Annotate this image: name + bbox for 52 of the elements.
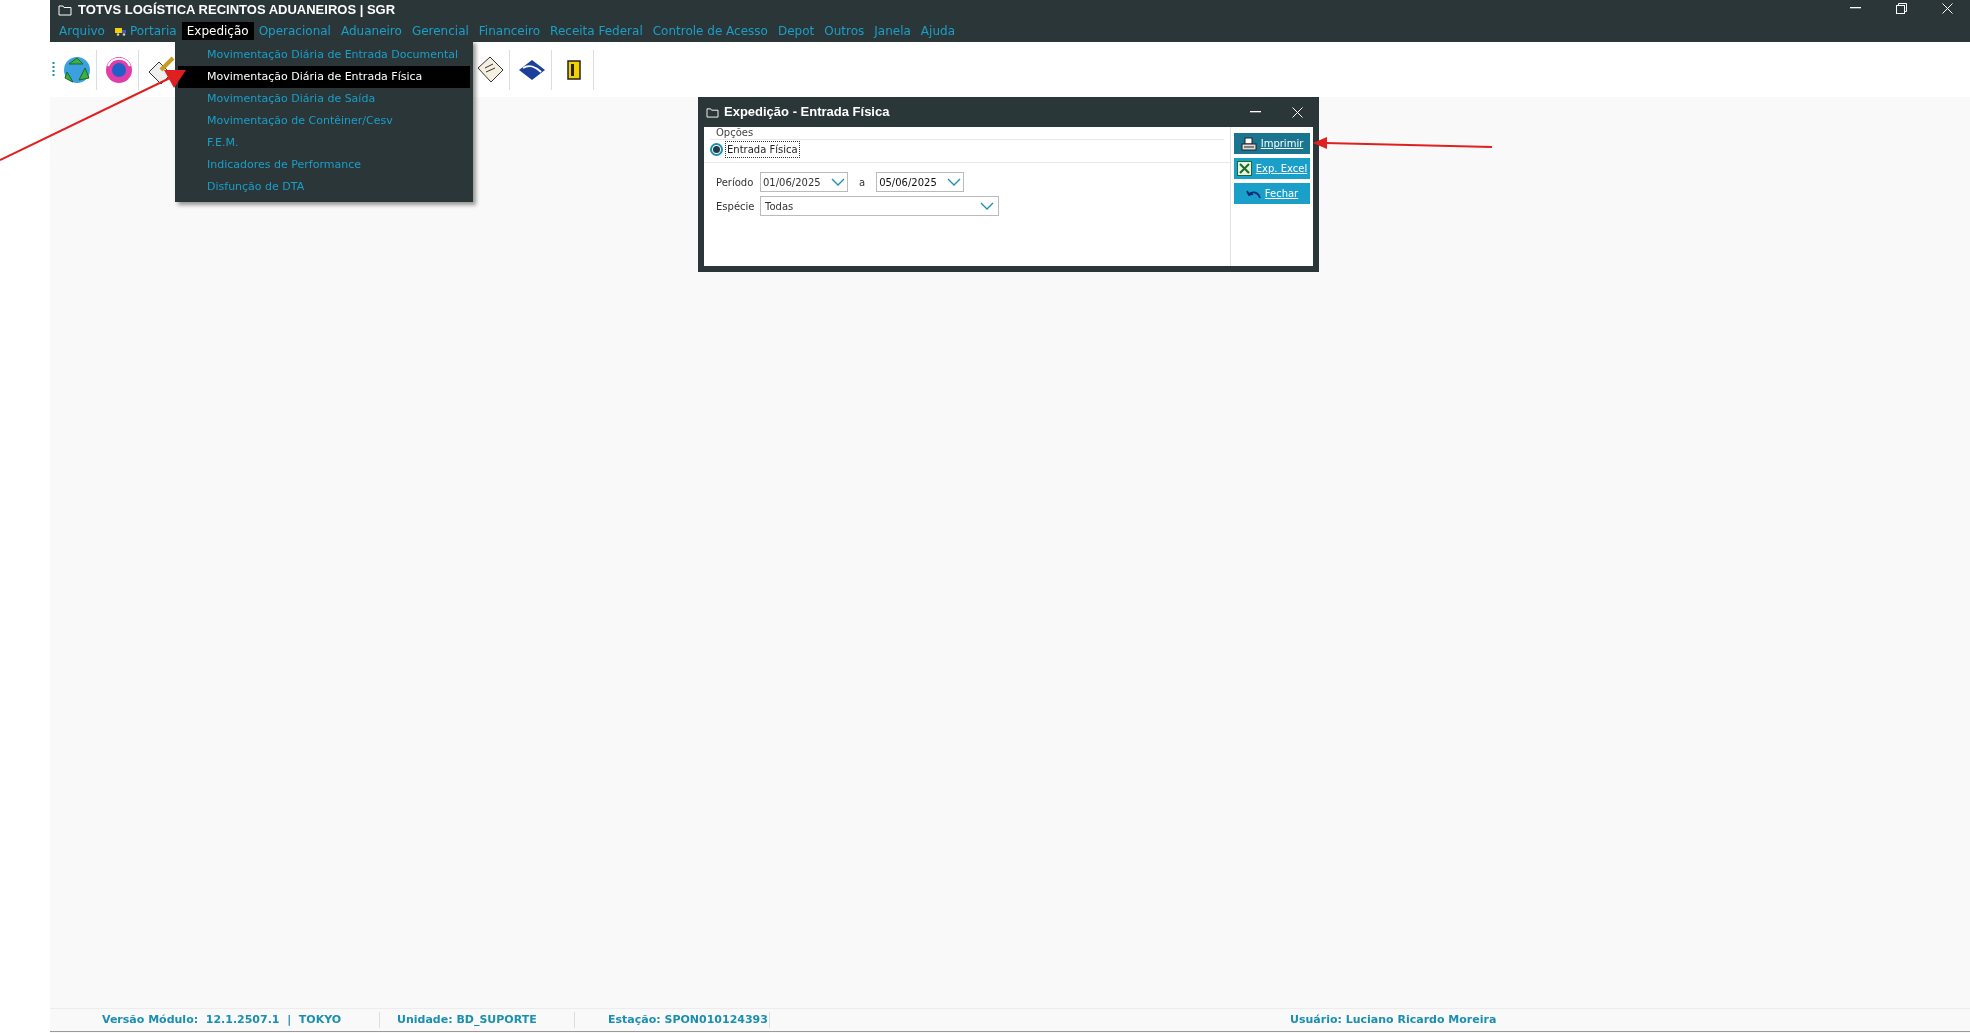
date-field[interactable]: 01/06/2025 xyxy=(760,172,848,192)
range-separator: a xyxy=(859,175,866,190)
group-label: Opções xyxy=(715,127,755,139)
window-title: TOTVS LOGÍSTICA RECINTOS ADUANEIROS | SGR xyxy=(78,1,396,20)
minimize-icon xyxy=(1249,111,1261,113)
dialog-button[interactable]: Imprimir xyxy=(1234,133,1310,154)
truck-icon xyxy=(114,26,127,36)
folder-icon xyxy=(58,4,72,16)
close-button[interactable] xyxy=(1289,104,1305,120)
minimize-icon xyxy=(1849,7,1861,9)
menu-item[interactable]: Expedição xyxy=(181,22,254,40)
field-label: Espécie xyxy=(716,199,756,214)
chevron-down-icon xyxy=(947,178,962,186)
chevron-down-icon xyxy=(831,178,845,186)
spreadsheet-icon xyxy=(1236,161,1252,176)
date-field[interactable]: 05/06/2025 xyxy=(876,172,965,192)
printer-icon xyxy=(1240,136,1257,151)
close-icon xyxy=(1291,106,1303,118)
status-text: Usuário: Luciano Ricardo Moreira xyxy=(1290,1011,1497,1028)
dropdown-item[interactable]: Indicadores de Performance xyxy=(178,154,470,176)
folder-icon xyxy=(706,106,719,118)
status-text: Versão Módulo: 12.1.2507.1 | TOKYO xyxy=(50,1011,380,1029)
menu-item[interactable]: Outros xyxy=(819,22,870,40)
menu-item[interactable]: Janela xyxy=(869,22,916,40)
dropdown-item[interactable]: F.E.M. xyxy=(178,132,470,154)
close-icon xyxy=(1941,2,1953,14)
status-text: Estação: SPON010124393 xyxy=(575,1011,770,1029)
menu-item[interactable]: Operacional xyxy=(253,22,336,40)
menu-item[interactable]: Arquivo xyxy=(54,22,110,40)
dropdown-item[interactable]: Movimentação Diária de Saída xyxy=(178,88,470,110)
dropdown-item[interactable]: Disfunção de DTA xyxy=(178,176,470,198)
dialog-button[interactable]: Exp. Excel xyxy=(1234,158,1310,179)
dropdown-item[interactable]: Movimentação de Contêiner/Cesv xyxy=(178,110,470,132)
status-text: Unidade: BD_SUPORTE xyxy=(380,1011,575,1029)
species-dropdown[interactable]: Todas xyxy=(760,196,999,216)
dialog-button[interactable]: Fechar xyxy=(1234,183,1310,204)
menu-item[interactable]: Ajuda xyxy=(915,22,960,40)
dialog-title: Expedição - Entrada Física xyxy=(724,103,890,122)
exit-door-icon xyxy=(566,59,581,80)
menu-item[interactable]: Controle de Acesso xyxy=(647,22,773,40)
field-label: Período xyxy=(716,175,755,190)
menu-item[interactable]: Aduaneiro xyxy=(335,22,407,40)
menu-item[interactable]: Financeiro xyxy=(473,22,546,40)
chevron-down-icon xyxy=(980,202,994,210)
menu-item[interactable]: Receita Federal xyxy=(545,22,648,40)
toolbar-grip-icon xyxy=(52,61,55,78)
dropdown-item[interactable]: Movimentação Diária de Entrada Documental xyxy=(178,44,470,66)
dropdown-item[interactable]: Movimentação Diária de Entrada Física xyxy=(178,66,470,88)
menu-item[interactable]: Gerencial xyxy=(406,22,474,40)
restore-icon xyxy=(1895,2,1907,14)
menu-item[interactable]: Depot xyxy=(772,22,820,40)
menu-item[interactable]: Portaria xyxy=(109,22,182,40)
